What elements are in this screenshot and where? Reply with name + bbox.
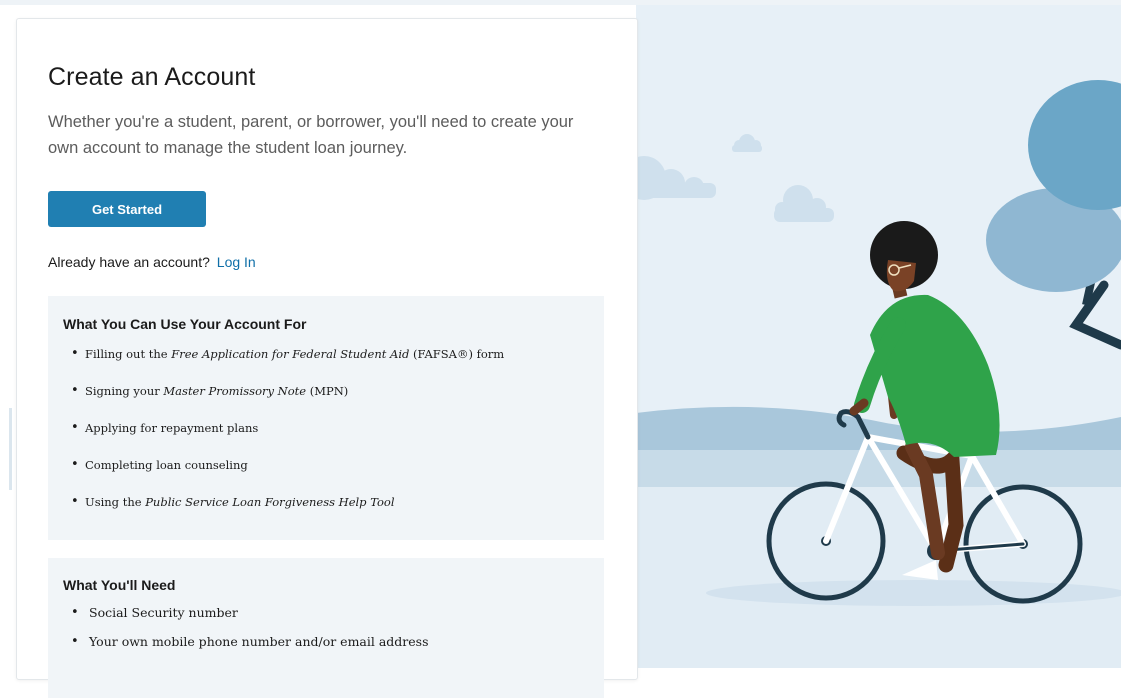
- list-item: Filling out the Free Application for Fed…: [63, 343, 504, 380]
- list-item: Your own mobile phone number and/or emai…: [63, 632, 429, 661]
- page-title: Create an Account: [48, 63, 256, 91]
- list-item-emphasis: Master Promissory Note: [163, 384, 307, 398]
- hero-illustration: [636, 5, 1121, 668]
- list-item: Social Security number: [63, 603, 429, 632]
- list-item-text: Applying for repayment plans: [85, 421, 259, 435]
- account-uses-list: Filling out the Free Application for Fed…: [63, 343, 504, 528]
- list-item-text: Using the: [85, 495, 146, 509]
- account-uses-heading: What You Can Use Your Account For: [63, 316, 307, 332]
- list-item: Applying for repayment plans: [63, 417, 504, 454]
- list-item: Using the Public Service Loan Forgivenes…: [63, 491, 504, 528]
- list-item-emphasis: Public Service Loan Forgiveness Help Too…: [145, 495, 395, 509]
- list-item-text: Completing loan counseling: [85, 458, 248, 472]
- create-account-card: Create an Account Whether you're a stude…: [16, 18, 638, 698]
- login-link[interactable]: Log In: [217, 254, 256, 270]
- page-subtitle: Whether you're a student, parent, or bor…: [48, 113, 574, 157]
- get-started-button[interactable]: Get Started: [48, 191, 206, 227]
- list-item-emphasis: Free Application for Federal Student Aid: [171, 347, 410, 361]
- account-uses-panel: What You Can Use Your Account For Fillin…: [48, 296, 604, 540]
- requirements-heading: What You'll Need: [63, 577, 176, 593]
- list-item-text: Filling out the: [85, 347, 172, 361]
- requirements-panel: What You'll Need Social Security number …: [48, 558, 604, 698]
- shadow: [706, 580, 1121, 606]
- background-edge: [9, 408, 12, 490]
- list-item-text: (FAFSA®) form: [409, 347, 505, 361]
- requirements-list: Social Security number Your own mobile p…: [63, 603, 429, 661]
- login-prompt: Already have an account? Log In: [48, 254, 256, 270]
- list-item: Signing your Master Promissory Note (MPN…: [63, 380, 504, 417]
- cyclist-illustration: [636, 5, 1121, 668]
- login-prompt-text: Already have an account?: [48, 254, 210, 270]
- list-item: Completing loan counseling: [63, 454, 504, 491]
- list-item-text: (MPN): [306, 384, 349, 398]
- list-item-text: Signing your: [85, 384, 164, 398]
